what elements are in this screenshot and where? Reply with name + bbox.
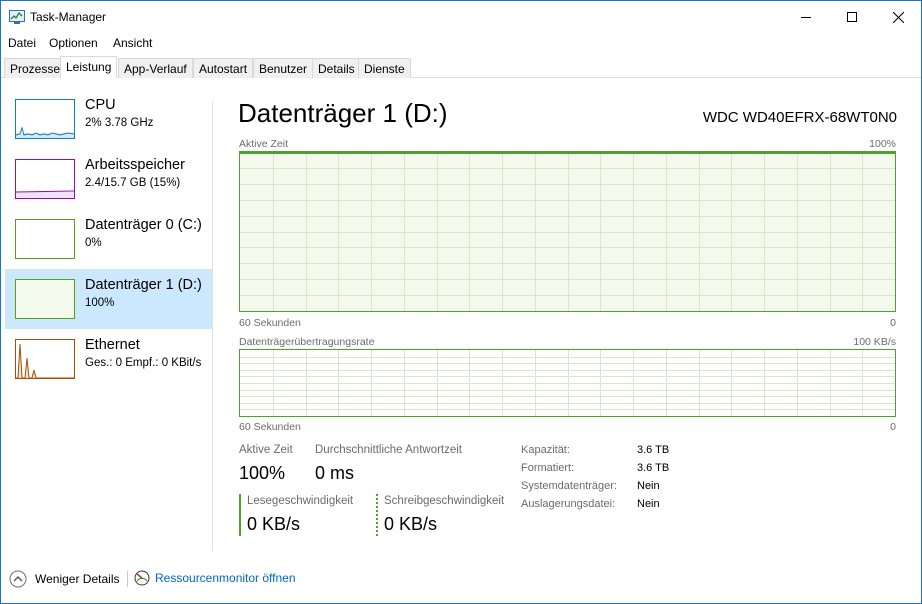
graph2-x-label: 60 Sekunden (239, 421, 301, 433)
write-speed-value: 0 KB/s (384, 514, 438, 534)
graph2-label: Datenträgerübertragungsrate (239, 336, 375, 348)
property-value: Nein (637, 498, 660, 510)
tab-autostart[interactable]: Autostart (193, 58, 254, 78)
sidebar-item-value: 2.4/15.7 GB (15%) (85, 177, 181, 189)
sidebar-item-cpu[interactable]: CPU 2% 3.78 GHz (5, 89, 212, 149)
active-time-grid (240, 152, 895, 311)
sidebar-divider (212, 101, 213, 551)
disk-0-thumbnail-graph (15, 219, 75, 259)
property-key: Auslagerungsdatei: (521, 498, 616, 510)
property-value: Nein (637, 480, 660, 492)
minimize-icon (801, 17, 811, 18)
sidebar-item-disk-0[interactable]: Datenträger 0 (C:) 0% (5, 209, 212, 269)
response-time-value: 0 ms (315, 463, 355, 483)
tab-prozesse[interactable]: Prozesse (4, 58, 67, 78)
property-value: 3.6 TB (637, 462, 670, 474)
write-speed-indicator (376, 494, 378, 536)
minimize-button[interactable] (783, 1, 829, 33)
graph1-max: 100% (869, 138, 896, 150)
close-button[interactable] (875, 1, 921, 33)
title-bar[interactable]: Task-Manager (1, 1, 921, 33)
memory-sparkline (16, 190, 74, 198)
maximize-icon (847, 12, 857, 22)
graph2-max: 100 KB/s (853, 336, 896, 348)
disk-1-thumbnail-graph (15, 279, 75, 319)
fewer-details-label: Weniger Details (35, 572, 120, 586)
sidebar-item-value: 100% (85, 297, 115, 309)
disk-model: WDC WD40EFRX-68WT0N0 (702, 109, 897, 126)
transfer-rate-grid (240, 350, 895, 416)
menu-bar: Datei Optionen Ansicht (1, 34, 921, 52)
transfer-rate-graph (239, 349, 896, 417)
footer-bar: Weniger Details Ressourcenmonitor öffnen (1, 563, 921, 595)
sidebar-item-value: Ges.: 0 Empf.: 0 KBit/s (85, 357, 202, 369)
sidebar-item-disk-1[interactable]: Datenträger 1 (D:) 100% (5, 269, 212, 329)
performance-sidebar: CPU 2% 3.78 GHz Arbeitsspeicher 2.4/15.7… (1, 89, 213, 549)
window-title: Task-Manager (30, 10, 107, 24)
graph1-min: 0 (890, 317, 896, 329)
tab-strip: Prozesse Leistung App-Verlauf Autostart … (1, 56, 921, 78)
task-manager-app-icon (9, 10, 25, 24)
sidebar-item-label: Datenträger 0 (C:) (85, 217, 202, 233)
menu-ansicht[interactable]: Ansicht (113, 36, 152, 50)
tab-app-verlauf[interactable]: App-Verlauf (118, 58, 193, 78)
fewer-details-button[interactable]: Weniger Details (9, 570, 119, 588)
graph2-min: 0 (890, 421, 896, 433)
write-speed-label: Schreibgeschwindigkeit (384, 495, 505, 507)
active-time-graph (239, 151, 896, 312)
property-key: Formatiert: (521, 462, 575, 474)
cpu-sparkline (16, 126, 74, 138)
sidebar-item-label: CPU (85, 97, 116, 113)
close-icon (892, 11, 904, 23)
resource-monitor-icon (134, 570, 150, 586)
sidebar-item-label: Arbeitsspeicher (85, 157, 185, 173)
page-title: Datenträger 1 (D:) (238, 98, 448, 128)
response-time-label: Durchschnittliche Antwortzeit (315, 444, 463, 456)
menu-optionen[interactable]: Optionen (49, 36, 98, 50)
active-time-value: 100% (239, 463, 286, 483)
tab-details[interactable]: Details (312, 58, 361, 78)
resource-monitor-label: Ressourcenmonitor öffnen (155, 571, 296, 585)
property-key: Kapazität: (521, 444, 570, 456)
read-speed-value: 0 KB/s (247, 514, 301, 534)
active-time-label: Aktive Zeit (239, 444, 293, 456)
footer-separator (127, 571, 128, 587)
property-key: Systemdatenträger: (521, 480, 617, 492)
sidebar-item-value: 2% 3.78 GHz (85, 117, 154, 129)
sidebar-item-ethernet[interactable]: Ethernet Ges.: 0 Empf.: 0 KBit/s (5, 329, 212, 389)
chevron-up-circle-icon (9, 570, 27, 588)
maximize-button[interactable] (829, 1, 875, 33)
ethernet-sparkline (16, 343, 74, 378)
sidebar-item-label: Datenträger 1 (D:) (85, 277, 202, 293)
resource-monitor-link[interactable]: Ressourcenmonitor öffnen (134, 570, 296, 586)
tab-dienste[interactable]: Dienste (358, 58, 411, 78)
graph1-x-label: 60 Sekunden (239, 317, 301, 329)
sidebar-item-value: 0% (85, 237, 102, 249)
memory-thumbnail-graph (15, 159, 75, 199)
task-manager-window: Task-Manager Datei Optionen Ansicht Proz… (0, 0, 922, 604)
menu-datei[interactable]: Datei (8, 36, 36, 50)
tab-leistung[interactable]: Leistung (60, 56, 118, 78)
read-speed-label: Lesegeschwindigkeit (247, 495, 354, 507)
sidebar-item-label: Ethernet (85, 337, 140, 353)
tab-benutzer[interactable]: Benutzer (253, 58, 314, 78)
graph1-label: Aktive Zeit (239, 138, 289, 150)
read-speed-indicator (239, 494, 241, 536)
property-value: 3.6 TB (637, 444, 670, 456)
ethernet-thumbnail-graph (15, 339, 75, 379)
cpu-thumbnail-graph (15, 99, 75, 139)
sidebar-item-memory[interactable]: Arbeitsspeicher 2.4/15.7 GB (15%) (5, 149, 212, 209)
